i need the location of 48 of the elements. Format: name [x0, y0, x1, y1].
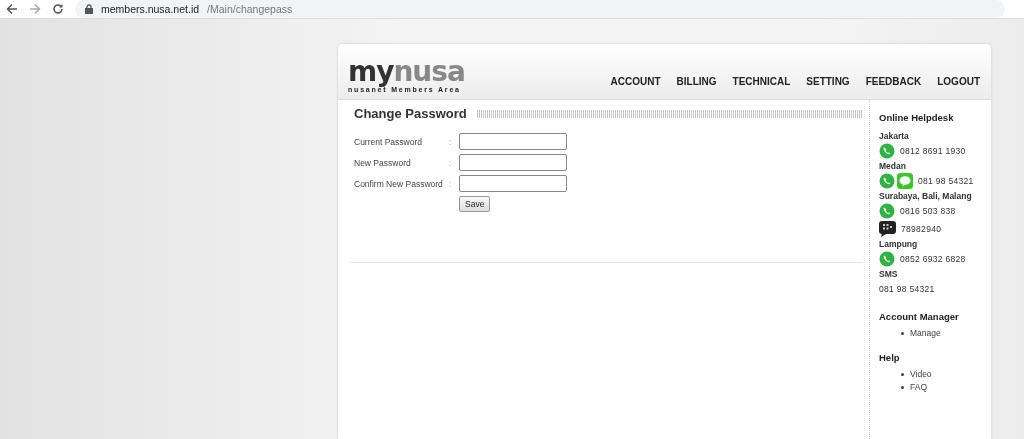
- chat-bubble-icon: [879, 251, 895, 267]
- password-field[interactable]: [459, 154, 567, 171]
- nav-link[interactable]: BILLING: [676, 76, 717, 87]
- field-separator: :: [449, 178, 453, 189]
- city-label: Surabaya, Bali, Malang: [879, 191, 973, 201]
- field-label: Confirm New Password: [354, 178, 444, 189]
- bullet-icon: [901, 385, 904, 389]
- field-separator: :: [449, 157, 453, 168]
- password-field[interactable]: [459, 133, 567, 150]
- city-label: Medan: [879, 161, 907, 171]
- field-label: Current Password: [354, 136, 424, 147]
- phone-number: 081 98 54321: [918, 176, 974, 186]
- phone-number: 0852 6932 6828: [900, 254, 966, 264]
- back-icon[interactable]: [6, 3, 18, 15]
- bullet-icon: [901, 331, 904, 335]
- lock-icon: [85, 4, 93, 14]
- city-label: Jakarta: [879, 131, 910, 141]
- address-bar[interactable]: members.nusa.net.id /Main/changepass: [75, 0, 1005, 18]
- nav-link[interactable]: TECHNICAL: [732, 76, 791, 87]
- phone-number: 78982940: [901, 224, 942, 234]
- sidebar-heading: Help: [879, 352, 901, 363]
- nav-link[interactable]: ACCOUNT: [610, 76, 661, 87]
- nav-link[interactable]: LOGOUT: [937, 76, 980, 87]
- bullet-icon: [901, 372, 904, 376]
- forward-icon[interactable]: [29, 3, 41, 15]
- sidebar-link[interactable]: Manage: [910, 328, 941, 338]
- chat-icon: [879, 221, 896, 237]
- password-field[interactable]: [459, 175, 567, 192]
- sidebar-heading: Online Helpdesk: [879, 112, 955, 123]
- sidebar-heading: Account Manager: [879, 311, 960, 322]
- nav-link[interactable]: FEEDBACK: [865, 76, 922, 87]
- field-separator: :: [449, 136, 453, 147]
- sidebar-link[interactable]: Video: [910, 369, 932, 379]
- sidebar-link[interactable]: FAQ: [910, 382, 927, 392]
- city-label: Lampung: [879, 239, 919, 249]
- reload-icon[interactable]: [52, 3, 64, 15]
- chat-bubble-icon: [879, 173, 895, 189]
- phone-number: 081 98 54321: [879, 284, 935, 294]
- field-label: New Password: [354, 157, 412, 168]
- speech-bubble-icon: [897, 173, 913, 189]
- save-button[interactable]: Save: [459, 196, 491, 212]
- chat-bubble-icon: [879, 203, 895, 219]
- city-label: SMS: [879, 269, 899, 279]
- phone-number: 0812 8691 1930: [900, 146, 966, 156]
- chat-bubble-icon: [879, 143, 895, 159]
- nav-link[interactable]: SETTING: [806, 76, 850, 87]
- phone-number: 0816 503 838: [900, 206, 956, 216]
- page-title: Change Password: [353, 106, 468, 121]
